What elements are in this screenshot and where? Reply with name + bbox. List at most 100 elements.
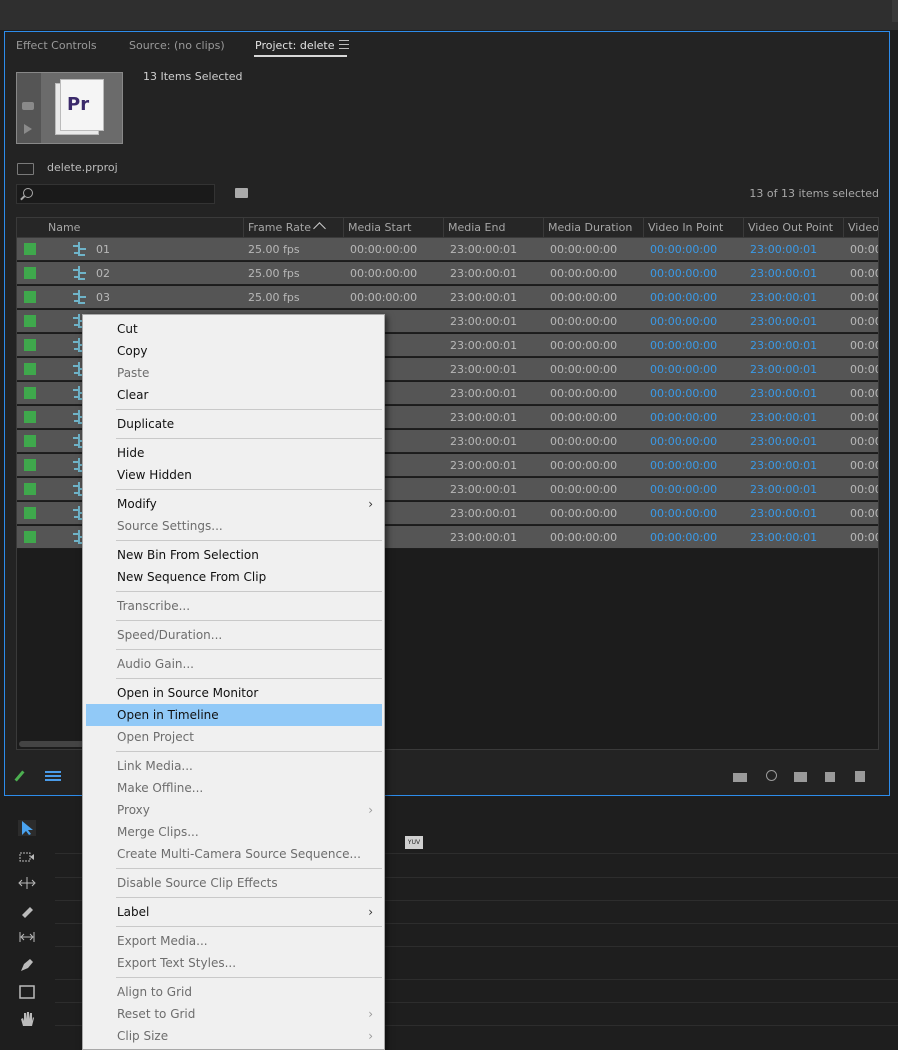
cell-media-duration[interactable]: 00:00:00:00 (550, 507, 617, 520)
menu-item-cut[interactable]: Cut (86, 318, 382, 340)
menu-item-open-in-timeline[interactable]: Open in Timeline (86, 704, 382, 726)
track-select-tool-icon[interactable] (18, 849, 36, 865)
search-input[interactable] (16, 184, 215, 204)
cell-media-end[interactable]: 23:00:00:01 (450, 363, 517, 376)
cell-video[interactable]: 00:00 (850, 507, 878, 520)
label-color-swatch[interactable] (24, 243, 36, 255)
cell-media-start[interactable]: 00:00:00:00 (350, 243, 417, 256)
tab-effect-controls[interactable]: Effect Controls (16, 39, 97, 52)
cell-media-end[interactable]: 23:00:00:01 (450, 291, 517, 304)
new-bin-icon[interactable] (794, 772, 807, 782)
cell-media-duration[interactable]: 00:00:00:00 (550, 267, 617, 280)
column-divider[interactable] (443, 218, 444, 237)
cell-media-end[interactable]: 23:00:00:01 (450, 387, 517, 400)
cell-video-out-point[interactable]: 23:00:00:01 (750, 315, 817, 328)
label-color-swatch[interactable] (24, 531, 36, 543)
column-header-media-start[interactable]: Media Start (348, 221, 411, 234)
cell-video[interactable]: 00:00 (850, 339, 878, 352)
cell-video-in-point[interactable]: 00:00:00:00 (650, 243, 717, 256)
cell-video[interactable]: 00:00 (850, 435, 878, 448)
play-icon[interactable] (24, 124, 32, 134)
cell-media-duration[interactable]: 00:00:00:00 (550, 339, 617, 352)
cell-media-start[interactable]: 00:00:00:00 (350, 267, 417, 280)
new-item-icon[interactable] (825, 772, 835, 782)
cell-name[interactable]: 02 (96, 267, 110, 280)
cell-video-out-point[interactable]: 23:00:00:01 (750, 435, 817, 448)
column-header-name[interactable]: Name (48, 221, 80, 234)
cell-media-duration[interactable]: 00:00:00:00 (550, 483, 617, 496)
menu-item-duplicate[interactable]: Duplicate (86, 413, 382, 435)
cell-video-out-point[interactable]: 23:00:00:01 (750, 459, 817, 472)
new-search-bin-icon[interactable] (235, 188, 248, 198)
cell-video-out-point[interactable]: 23:00:00:01 (750, 387, 817, 400)
column-header-video[interactable]: Video (848, 221, 878, 234)
cell-media-duration[interactable]: 00:00:00:00 (550, 435, 617, 448)
cell-video-in-point[interactable]: 00:00:00:00 (650, 387, 717, 400)
column-header-video-in-point[interactable]: Video In Point (648, 221, 723, 234)
cell-media-duration[interactable]: 00:00:00:00 (550, 387, 617, 400)
cell-media-end[interactable]: 23:00:00:01 (450, 411, 517, 424)
cell-name[interactable]: 01 (96, 243, 110, 256)
write-protect-icon[interactable] (14, 770, 25, 782)
cell-video-out-point[interactable]: 23:00:00:01 (750, 483, 817, 496)
cell-video-out-point[interactable]: 23:00:00:01 (750, 267, 817, 280)
menu-item-open-in-source-monitor[interactable]: Open in Source Monitor (86, 682, 382, 704)
cell-video-out-point[interactable]: 23:00:00:01 (750, 411, 817, 424)
trash-icon[interactable] (855, 771, 865, 782)
label-color-swatch[interactable] (24, 339, 36, 351)
cell-media-end[interactable]: 23:00:00:01 (450, 243, 517, 256)
menu-item-clear[interactable]: Clear (86, 384, 382, 406)
cell-video-in-point[interactable]: 00:00:00:00 (650, 459, 717, 472)
cell-video[interactable]: 00:00 (850, 387, 878, 400)
column-header-frame-rate[interactable]: Frame Rate (248, 221, 311, 234)
cell-video-out-point[interactable]: 23:00:00:01 (750, 507, 817, 520)
cell-video-out-point[interactable]: 23:00:00:01 (750, 291, 817, 304)
cell-media-end[interactable]: 23:00:00:01 (450, 267, 517, 280)
tab-source[interactable]: Source: (no clips) (129, 39, 225, 52)
column-divider[interactable] (543, 218, 544, 237)
ripple-edit-tool-icon[interactable] (18, 875, 36, 891)
label-color-swatch[interactable] (24, 411, 36, 423)
cell-video-in-point[interactable]: 00:00:00:00 (650, 363, 717, 376)
cell-frame-rate[interactable]: 25.00 fps (248, 243, 300, 256)
menu-item-new-sequence-from-clip[interactable]: New Sequence From Clip (86, 566, 382, 588)
cell-video[interactable]: 00:00 (850, 315, 878, 328)
cell-media-end[interactable]: 23:00:00:01 (450, 435, 517, 448)
selection-tool-icon[interactable] (18, 820, 36, 836)
cell-media-duration[interactable]: 00:00:00:00 (550, 243, 617, 256)
rectangle-tool-icon[interactable] (18, 984, 36, 1000)
column-divider[interactable] (743, 218, 744, 237)
label-color-swatch[interactable] (24, 483, 36, 495)
cell-media-end[interactable]: 23:00:00:01 (450, 507, 517, 520)
cell-video[interactable]: 00:00 (850, 291, 878, 304)
column-header-video-out-point[interactable]: Video Out Point (748, 221, 833, 234)
label-color-swatch[interactable] (24, 507, 36, 519)
cell-video-in-point[interactable]: 00:00:00:00 (650, 483, 717, 496)
cell-video[interactable]: 00:00 (850, 531, 878, 544)
cell-video-out-point[interactable]: 23:00:00:01 (750, 363, 817, 376)
label-color-swatch[interactable] (24, 315, 36, 327)
label-color-swatch[interactable] (24, 435, 36, 447)
label-color-swatch[interactable] (24, 291, 36, 303)
slip-tool-icon[interactable] (18, 929, 36, 945)
yuv-badge[interactable]: YUV (405, 836, 423, 849)
column-divider[interactable] (643, 218, 644, 237)
cell-media-duration[interactable]: 00:00:00:00 (550, 411, 617, 424)
cell-video[interactable]: 00:00 (850, 483, 878, 496)
menu-item-label[interactable]: Label › (86, 901, 382, 923)
cell-video-in-point[interactable]: 00:00:00:00 (650, 339, 717, 352)
cell-video-in-point[interactable]: 00:00:00:00 (650, 435, 717, 448)
cell-video[interactable]: 00:00 (850, 459, 878, 472)
cell-media-duration[interactable]: 00:00:00:00 (550, 459, 617, 472)
cell-video-out-point[interactable]: 23:00:00:01 (750, 243, 817, 256)
cell-media-end[interactable]: 23:00:00:01 (450, 339, 517, 352)
razor-tool-icon[interactable] (18, 903, 36, 919)
cell-video-in-point[interactable]: 00:00:00:00 (650, 531, 717, 544)
menu-item-modify[interactable]: Modify › (86, 493, 382, 515)
menu-item-hide[interactable]: Hide (86, 442, 382, 464)
camera-icon[interactable] (22, 102, 34, 110)
column-header-media-duration[interactable]: Media Duration (548, 221, 632, 234)
panel-menu-icon[interactable] (339, 40, 349, 49)
cell-video-out-point[interactable]: 23:00:00:01 (750, 531, 817, 544)
cell-media-end[interactable]: 23:00:00:01 (450, 315, 517, 328)
